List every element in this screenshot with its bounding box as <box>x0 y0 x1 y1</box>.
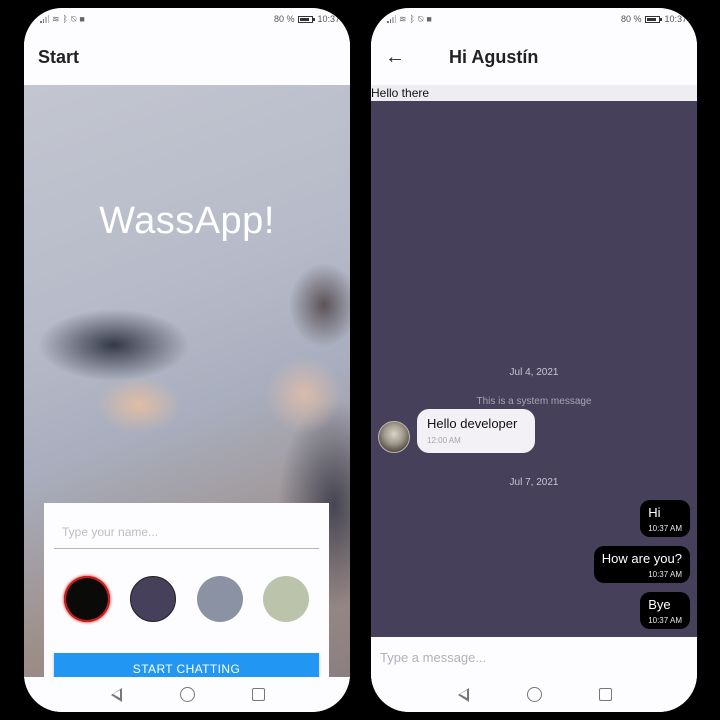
circle-home-icon <box>179 687 195 702</box>
status-time: 10:37 <box>664 14 687 24</box>
wifi-icon: ≋ <box>52 13 60 24</box>
message-list[interactable]: Jul 4, 2021 This is a system message Hel… <box>371 101 697 637</box>
date-separator: Jul 7, 2021 <box>509 477 559 488</box>
system-nav-bar <box>24 677 350 712</box>
nav-back-button[interactable] <box>455 687 471 703</box>
banner-text: Hello there <box>371 85 697 101</box>
wifi-icon: ≋ <box>399 13 407 24</box>
outgoing-message-bubble[interactable]: Hi 10:37 AM <box>640 500 690 537</box>
signal-icon <box>40 15 49 23</box>
nav-back-button[interactable] <box>108 687 124 703</box>
back-arrow-icon[interactable]: ← <box>385 46 425 69</box>
app-logo-title: WassApp! <box>99 200 275 242</box>
battery-icon <box>298 15 316 23</box>
signal-icon <box>387 15 396 23</box>
nav-recents-button[interactable] <box>597 687 613 703</box>
system-nav-bar <box>371 677 697 712</box>
message-text: Hello developer <box>427 416 518 431</box>
video-icon: ■ <box>426 13 432 24</box>
color-picker <box>64 576 309 622</box>
status-time: 10:37 <box>317 14 340 24</box>
outgoing-message-bubble[interactable]: Bye 10:37 AM <box>640 592 690 629</box>
bell-off-icon: ⍉ <box>70 13 77 24</box>
chat-screen: ≋ ᛒ ⍉ ■ 80 % 10:37 ← Hi Agustín Hello th… <box>371 8 697 712</box>
message-input[interactable] <box>371 637 697 677</box>
incoming-message-bubble[interactable]: Hello developer 12:00 AM <box>417 409 535 453</box>
system-message: This is a system message <box>476 396 592 407</box>
app-bar: Start <box>24 30 350 85</box>
avatar[interactable] <box>378 421 410 453</box>
message-text: How are you? <box>601 551 682 566</box>
message-time: 10:37 AM <box>648 616 682 625</box>
nav-recents-button[interactable] <box>250 687 266 703</box>
color-option-slate-gray[interactable] <box>196 576 243 622</box>
page-title: Start <box>38 47 80 67</box>
video-icon: ■ <box>79 13 85 24</box>
circle-home-icon <box>526 687 542 702</box>
status-bar: ≋ ᛒ ⍉ ■ 80 % 10:37 <box>371 8 697 30</box>
login-card: START CHATTING <box>44 503 329 693</box>
battery-icon <box>645 15 663 23</box>
name-input[interactable] <box>54 515 319 549</box>
square-recents-icon <box>251 688 265 701</box>
page-title: Hi Agustín <box>449 47 539 67</box>
triangle-back-icon <box>457 687 469 702</box>
color-option-sage-green[interactable] <box>262 576 309 622</box>
status-bar: ≋ ᛒ ⍉ ■ 80 % 10:37 <box>24 8 350 30</box>
message-time: 10:37 AM <box>648 570 682 579</box>
app-bar: ← Hi Agustín <box>371 30 697 85</box>
start-screen: ≋ ᛒ ⍉ ■ 80 % 10:37 Start WassApp! START … <box>24 8 350 712</box>
triangle-back-icon <box>110 687 122 702</box>
nav-home-button[interactable] <box>179 687 195 703</box>
compose-bar <box>371 637 697 677</box>
color-option-dark-purple[interactable] <box>130 576 177 622</box>
hero-background-photo: WassApp! START CHATTING <box>24 85 350 693</box>
square-recents-icon <box>598 688 612 701</box>
bell-off-icon: ⍉ <box>417 13 424 24</box>
message-time: 12:00 AM <box>427 436 461 445</box>
message-text: Hi <box>648 505 661 520</box>
battery-percent: 80 % <box>273 14 295 24</box>
bluetooth-icon: ᛒ <box>62 13 68 24</box>
nav-home-button[interactable] <box>526 687 542 703</box>
color-option-black[interactable] <box>64 576 110 622</box>
message-time: 10:37 AM <box>648 524 682 533</box>
date-separator: Jul 4, 2021 <box>509 367 559 378</box>
message-text: Bye <box>648 597 671 612</box>
bluetooth-icon: ᛒ <box>409 13 415 24</box>
outgoing-message-bubble[interactable]: How are you? 10:37 AM <box>593 546 690 583</box>
battery-percent: 80 % <box>620 14 642 24</box>
